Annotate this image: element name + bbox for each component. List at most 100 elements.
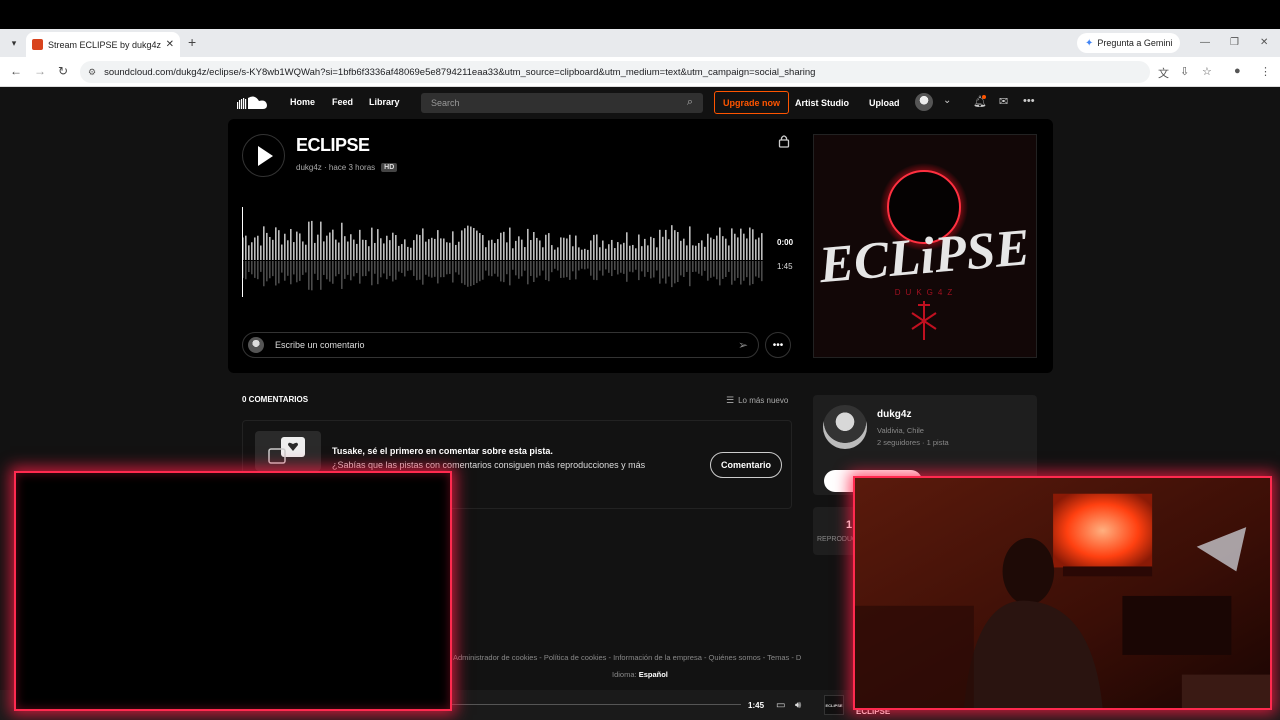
waveform-bar (437, 230, 439, 260)
user-avatar[interactable] (915, 93, 933, 111)
empty-comments-subtext: ¿Sabías que las pistas con comentarios c… (332, 460, 646, 470)
footer-links[interactable]: Administrador de cookies - Política de c… (453, 653, 801, 662)
restore-icon[interactable]: ❐ (1230, 37, 1239, 48)
minimize-icon[interactable]: — (1200, 37, 1210, 48)
plays-label: REPRODUC (817, 536, 858, 543)
nav-library[interactable]: Library (369, 97, 400, 107)
waveform-reflection-bar (641, 261, 643, 272)
waveform-reflection-bar (377, 261, 379, 285)
search-input[interactable]: Search ⌕ (421, 93, 703, 113)
waveform-reflection-bar (683, 261, 685, 278)
profile-icon[interactable]: ● (1234, 65, 1241, 77)
waveform-bar (287, 240, 289, 260)
mail-icon[interactable]: ✉ (999, 95, 1008, 108)
waveform[interactable] (242, 207, 766, 299)
new-tab-icon[interactable]: + (188, 34, 196, 50)
waveform-reflection-bar (653, 261, 655, 278)
player-thumbnail[interactable]: ECLiPSE (824, 695, 844, 715)
waveform-bar (731, 228, 733, 260)
waveform-bar (692, 245, 694, 260)
soundcloud-logo-icon[interactable] (237, 95, 269, 109)
track-more-button[interactable]: ••• (765, 332, 791, 358)
play-button[interactable] (242, 134, 285, 177)
comment-button[interactable]: Comentario (710, 452, 782, 478)
install-icon[interactable]: ⇩ (1180, 65, 1189, 78)
reload-icon[interactable]: ↻ (58, 64, 68, 78)
waveform-bar (569, 234, 571, 260)
sort-label: Lo más nuevo (738, 396, 789, 405)
waveform-reflection-bar (686, 261, 688, 272)
waveform-reflection-bar (338, 261, 340, 275)
tab-search-icon[interactable]: ▾ (6, 35, 22, 51)
gemini-button[interactable]: ✦ Pregunta a Gemini (1077, 33, 1181, 53)
waveform-reflection-bar (281, 261, 283, 273)
comments-sort[interactable]: ☰ Lo más nuevo (726, 395, 788, 406)
waveform-reflection-bar (515, 261, 517, 276)
browser-menu-icon[interactable]: ⋮ (1260, 65, 1271, 78)
more-options-icon[interactable]: ••• (1023, 95, 1035, 107)
waveform-reflection-bar (512, 261, 514, 270)
plays-value: 1 (846, 519, 853, 531)
waveform-bar (323, 241, 325, 260)
playhead-cursor (242, 207, 243, 297)
upgrade-button[interactable]: Upgrade now (714, 91, 789, 114)
waveform-reflection-bar (380, 261, 382, 278)
waveform-bar (737, 237, 739, 260)
cast-icon[interactable]: ▭ (776, 700, 785, 711)
waveform-bar (383, 243, 385, 260)
waveform-reflection-bar (740, 261, 742, 285)
browser-tab[interactable]: Stream ECLIPSE by dukg4z | List ✕ (26, 32, 180, 57)
waveform-bar (428, 239, 430, 260)
waveform-reflection-bar (500, 261, 502, 282)
artist-name[interactable]: dukg4z (877, 409, 911, 420)
footer-language[interactable]: Idioma: Español (612, 670, 668, 679)
waveform-bar (491, 239, 493, 260)
artist-avatar[interactable] (823, 405, 867, 449)
waveform-reflection-bar (479, 261, 481, 282)
waveform-bar (482, 235, 484, 260)
send-icon[interactable]: ➢ (738, 338, 748, 352)
waveform-bar (578, 247, 580, 260)
waveform-bar (479, 233, 481, 260)
site-info-icon[interactable]: ⚙ (88, 67, 96, 78)
waveform-reflection-bar (326, 261, 328, 280)
bookmark-star-icon[interactable]: ☆ (1202, 65, 1212, 78)
waveform-reflection-bar (290, 261, 292, 285)
close-tab-icon[interactable]: ✕ (166, 39, 174, 50)
waveform-reflection-bar (308, 261, 310, 290)
waveform-bar (575, 235, 577, 260)
waveform-bar (593, 234, 595, 260)
waveform-reflection-bar (275, 261, 277, 286)
waveform-reflection-bar (419, 261, 421, 280)
waveform-bar (686, 245, 688, 260)
waveform-bar (683, 238, 685, 260)
search-icon[interactable]: ⌕ (687, 96, 693, 109)
waveform-reflection-bar (644, 261, 646, 277)
nav-feed[interactable]: Feed (332, 97, 353, 107)
nav-home[interactable]: Home (290, 97, 315, 107)
waveform-bar (611, 239, 613, 260)
waveform-bar (503, 231, 505, 260)
waveform-bar (443, 238, 445, 260)
comment-input[interactable]: Escribe un comentario ➢ (242, 332, 759, 358)
forward-icon[interactable]: → (34, 64, 46, 78)
artist-studio-link[interactable]: Artist Studio (795, 98, 849, 108)
upload-link[interactable]: Upload (869, 98, 900, 108)
waveform-bar (722, 236, 724, 260)
waveform-reflection-bar (602, 261, 604, 276)
volume-icon[interactable]: 🔊︎ (795, 700, 801, 711)
translate-icon[interactable]: 文 (1158, 65, 1169, 81)
address-bar[interactable]: ⚙ soundcloud.com/dukg4z/eclipse/s-KY8wb1… (80, 61, 1150, 83)
close-window-icon[interactable]: ✕ (1260, 37, 1268, 48)
waveform-bar (350, 234, 352, 260)
chevron-down-icon[interactable]: ⌄ (943, 95, 951, 106)
waveform-bar (653, 238, 655, 260)
track-artwork[interactable]: ECLiPSE DUKG4Z (813, 134, 1037, 358)
back-icon[interactable]: ← (10, 64, 22, 78)
waveform-reflection-bar (542, 261, 544, 271)
track-artist[interactable]: dukg4z (296, 163, 322, 172)
waveform-reflection-bar (632, 261, 634, 273)
waveform-bar (431, 237, 433, 260)
browser-toolbar: ← → ↻ ⚙ soundcloud.com/dukg4z/eclipse/s-… (0, 57, 1280, 87)
waveform-bar (464, 228, 466, 260)
